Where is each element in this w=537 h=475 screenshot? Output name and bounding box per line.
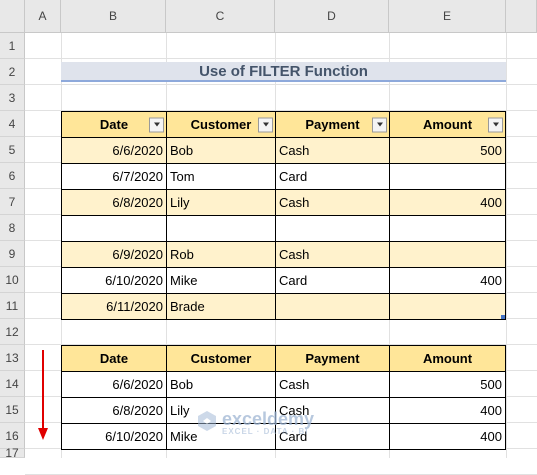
result_table-cell[interactable]: 6/10/2020 xyxy=(61,423,167,450)
row-header-6[interactable]: 6 xyxy=(0,163,25,189)
source_table-header-payment[interactable]: Payment xyxy=(275,111,390,138)
result_table-header-label: Amount xyxy=(422,351,473,366)
sheet-title: Use of FILTER Function xyxy=(61,62,506,82)
source_table-cell[interactable]: 6/11/2020 xyxy=(61,293,167,320)
source_table-cell[interactable]: Brade xyxy=(166,293,276,320)
red-down-arrow-icon xyxy=(38,350,48,440)
source_table-cell[interactable]: Cash xyxy=(275,241,390,268)
row-header-3[interactable]: 3 xyxy=(0,85,25,111)
result_table-header-payment: Payment xyxy=(275,345,390,372)
row-header-13[interactable]: 13 xyxy=(0,345,25,371)
source_table-cell[interactable]: 400 xyxy=(389,267,506,294)
source_table-cell[interactable]: 6/9/2020 xyxy=(61,241,167,268)
filter-dropdown-icon[interactable] xyxy=(258,117,273,132)
source_table-cell[interactable]: Mike xyxy=(166,267,276,294)
row-header-15[interactable]: 15 xyxy=(0,397,25,423)
source_table-cell[interactable] xyxy=(389,163,506,190)
row-header-14[interactable]: 14 xyxy=(0,371,25,397)
row-header-11[interactable]: 11 xyxy=(0,293,25,319)
source_table-cell[interactable]: Rob xyxy=(166,241,276,268)
result_table-cell[interactable]: 400 xyxy=(389,423,506,450)
source_table-cell[interactable] xyxy=(275,293,390,320)
source_table-cell[interactable] xyxy=(166,215,276,242)
column-header-a[interactable]: A xyxy=(25,0,61,33)
source_table-cell[interactable]: Lily xyxy=(166,189,276,216)
result_table-header-label: Payment xyxy=(305,351,360,366)
row-header-2[interactable]: 2 xyxy=(0,59,25,85)
source_table-cell[interactable]: Card xyxy=(275,267,390,294)
select-all-corner[interactable] xyxy=(0,0,25,33)
gridline-horizontal xyxy=(25,84,537,85)
source_table-cell[interactable]: Tom xyxy=(166,163,276,190)
row-header-17[interactable]: 17 xyxy=(0,446,25,460)
result_table-cell[interactable]: 400 xyxy=(389,397,506,424)
source_table-cell[interactable] xyxy=(389,241,506,268)
source_table-cell[interactable]: 400 xyxy=(389,189,506,216)
result_table-cell[interactable]: 6/6/2020 xyxy=(61,371,167,398)
watermark-name: exceldemy xyxy=(222,409,315,429)
result_table-header-label: Date xyxy=(99,351,129,366)
source_table-header-customer[interactable]: Customer xyxy=(166,111,276,138)
row-header-1[interactable]: 1 xyxy=(0,33,25,59)
source_table-cell[interactable]: Card xyxy=(275,163,390,190)
row-header-7[interactable]: 7 xyxy=(0,189,25,215)
result_table-header-label: Customer xyxy=(190,351,252,366)
filter-dropdown-icon[interactable] xyxy=(372,117,387,132)
source_table-cell[interactable]: Bob xyxy=(166,137,276,164)
source_table-header-label: Payment xyxy=(305,117,360,132)
result_table-header-date: Date xyxy=(61,345,167,372)
source_table-header-date[interactable]: Date xyxy=(61,111,167,138)
source_table-cell[interactable]: 6/6/2020 xyxy=(61,137,167,164)
source_table-cell[interactable]: Cash xyxy=(275,137,390,164)
result_table-header-customer: Customer xyxy=(166,345,276,372)
source_table-header-amount[interactable]: Amount xyxy=(389,111,506,138)
row-header-10[interactable]: 10 xyxy=(0,267,25,293)
exceldemy-watermark: exceldemy EXCEL · DATA · BI xyxy=(196,409,346,437)
table-resize-handle[interactable] xyxy=(501,315,505,319)
result_table-cell[interactable]: 6/8/2020 xyxy=(61,397,167,424)
row-header-5[interactable]: 5 xyxy=(0,137,25,163)
watermark-tagline: EXCEL · DATA · BI xyxy=(222,427,309,436)
source_table-header-label: Customer xyxy=(190,117,252,132)
column-header-b[interactable]: B xyxy=(61,0,166,33)
source_table-cell[interactable] xyxy=(389,293,506,320)
result_table-cell[interactable]: 500 xyxy=(389,371,506,398)
source_table-cell[interactable] xyxy=(275,215,390,242)
result_table-cell[interactable]: Bob xyxy=(166,371,276,398)
row-header-12[interactable]: 12 xyxy=(0,319,25,345)
row-header-9[interactable]: 9 xyxy=(0,241,25,267)
result_table-header-amount: Amount xyxy=(389,345,506,372)
source_table-cell[interactable]: Cash xyxy=(275,189,390,216)
source_table-cell[interactable]: 6/8/2020 xyxy=(61,189,167,216)
source_table-cell[interactable]: 6/7/2020 xyxy=(61,163,167,190)
exceldemy-logo-icon xyxy=(196,410,218,437)
row-header-4[interactable]: 4 xyxy=(0,111,25,137)
filter-dropdown-icon[interactable] xyxy=(488,117,503,132)
row-header-8[interactable]: 8 xyxy=(0,215,25,241)
source_table-cell[interactable]: 6/10/2020 xyxy=(61,267,167,294)
gridline-horizontal xyxy=(25,58,537,59)
result_table-cell[interactable]: Cash xyxy=(275,371,390,398)
source_table-cell[interactable] xyxy=(61,215,167,242)
source_table-cell[interactable]: 500 xyxy=(389,137,506,164)
column-header-d[interactable]: D xyxy=(275,0,389,33)
source_table-cell[interactable] xyxy=(389,215,506,242)
column-header-e[interactable]: E xyxy=(389,0,506,33)
source_table-header-label: Amount xyxy=(422,117,473,132)
filter-dropdown-icon[interactable] xyxy=(149,117,164,132)
column-header-c[interactable]: C xyxy=(166,0,275,33)
